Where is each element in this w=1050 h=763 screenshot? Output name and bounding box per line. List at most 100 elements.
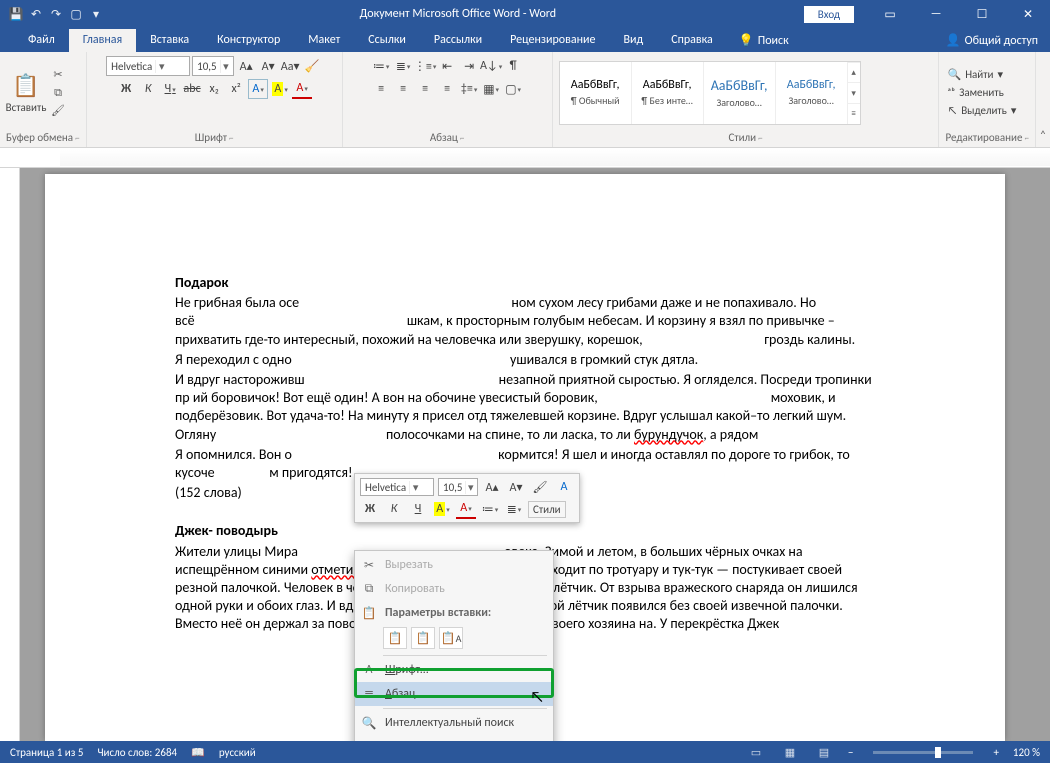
ctx-smart-lookup[interactable]: 🔍Интеллектуальный поиск bbox=[355, 711, 553, 735]
line-spacing-icon[interactable]: ‡≡ bbox=[459, 79, 479, 99]
format-painter-icon[interactable]: 🖌 bbox=[50, 103, 66, 119]
style-normal[interactable]: АаБбВвГг,¶ Обычный bbox=[560, 62, 632, 124]
cut-icon[interactable]: ✂ bbox=[50, 67, 66, 83]
tab-help[interactable]: Справка bbox=[657, 29, 727, 52]
ctx-copy[interactable]: ⧉Копировать bbox=[355, 577, 553, 601]
ctx-synonyms[interactable]: Синонимы▸ bbox=[355, 735, 553, 741]
decrease-indent-icon[interactable]: ⇤ bbox=[437, 56, 457, 76]
tab-design[interactable]: Конструктор bbox=[203, 29, 294, 52]
view-print-icon[interactable]: ▦ bbox=[780, 744, 800, 760]
font-color-icon[interactable]: A bbox=[292, 79, 312, 99]
multilevel-icon[interactable]: ⋮≡ bbox=[415, 56, 435, 76]
copy-icon[interactable]: ⧉ bbox=[50, 85, 66, 101]
ctx-cut[interactable]: ✂Вырезать bbox=[355, 553, 553, 577]
sort-icon[interactable]: A↓ bbox=[481, 56, 501, 76]
increase-font-icon[interactable]: A▴ bbox=[236, 56, 256, 76]
pilcrow-icon[interactable]: ¶ bbox=[503, 56, 523, 76]
status-words[interactable]: Число слов: 2684 bbox=[97, 746, 177, 759]
tell-me-search[interactable]: 💡Поиск bbox=[727, 29, 801, 52]
styles-gallery-nav[interactable]: ▴▾≡ bbox=[848, 62, 860, 124]
text-effects-icon[interactable]: A bbox=[248, 79, 268, 99]
status-proofing-icon[interactable]: 📖 bbox=[191, 746, 205, 759]
mini-increase-font-icon[interactable]: A▴ bbox=[482, 477, 502, 497]
zoom-slider[interactable] bbox=[873, 751, 973, 754]
find-button[interactable]: 🔍Найти ▾ bbox=[945, 67, 1018, 82]
select-button[interactable]: ↖Выделить ▾ bbox=[945, 103, 1018, 118]
styles-gallery[interactable]: АаБбВвГг,¶ Обычный АаБбВвГг,¶ Без инте… … bbox=[559, 61, 861, 125]
tab-review[interactable]: Рецензирование bbox=[496, 29, 609, 52]
close-icon[interactable]: ✕ bbox=[1006, 0, 1050, 28]
collapse-ribbon-icon[interactable]: ˄ bbox=[1036, 52, 1050, 147]
mini-font-combo[interactable]: Helvetica▾ bbox=[360, 478, 434, 496]
numbering-icon[interactable]: ≣ bbox=[393, 56, 413, 76]
tab-mailings[interactable]: Рассылки bbox=[420, 29, 496, 52]
font-family-combo[interactable]: Helvetica▾ bbox=[106, 56, 190, 76]
tab-references[interactable]: Ссылки bbox=[354, 29, 420, 52]
horizontal-ruler[interactable] bbox=[0, 148, 1050, 168]
ctx-font[interactable]: AШрифт… bbox=[355, 658, 553, 682]
view-read-icon[interactable]: ▭ bbox=[746, 744, 766, 760]
decrease-font-icon[interactable]: A▾ bbox=[258, 56, 278, 76]
mini-highlight-icon[interactable]: A bbox=[432, 499, 452, 519]
status-language[interactable]: русский bbox=[219, 746, 256, 759]
italic-button[interactable]: К bbox=[138, 79, 158, 99]
mini-bold[interactable]: Ж bbox=[360, 499, 380, 519]
qat-dropdown-icon[interactable]: ▾ bbox=[88, 6, 104, 22]
ctx-paragraph[interactable]: ≣Абзац… bbox=[355, 682, 553, 706]
mini-font-color-icon[interactable]: A bbox=[456, 499, 476, 519]
redo-icon[interactable]: ↷ bbox=[48, 6, 64, 22]
bold-button[interactable]: Ж bbox=[116, 79, 136, 99]
status-page[interactable]: Страница 1 из 5 bbox=[10, 746, 83, 759]
mini-underline[interactable]: Ч bbox=[408, 499, 428, 519]
font-size-combo[interactable]: 10,5▾ bbox=[192, 56, 234, 76]
increase-indent-icon[interactable]: ⇥ bbox=[459, 56, 479, 76]
view-web-icon[interactable]: ▤ bbox=[814, 744, 834, 760]
mini-decrease-font-icon[interactable]: A▾ bbox=[506, 477, 526, 497]
bullets-icon[interactable]: ≔ bbox=[371, 56, 391, 76]
vertical-ruler[interactable] bbox=[0, 168, 20, 741]
highlight-icon[interactable]: A bbox=[270, 79, 290, 99]
ribbon-display-icon[interactable]: ▭ bbox=[868, 0, 912, 28]
zoom-in-icon[interactable]: + bbox=[993, 746, 998, 759]
replace-button[interactable]: ᵃᵇЗаменить bbox=[945, 85, 1018, 100]
maximize-icon[interactable]: ☐ bbox=[960, 0, 1004, 28]
paste-text-only-icon[interactable]: 📋A bbox=[439, 627, 463, 649]
mini-styles-button[interactable]: Стили bbox=[528, 501, 566, 518]
status-zoom[interactable]: 120 % bbox=[1013, 746, 1040, 759]
underline-button[interactable]: Ч bbox=[160, 79, 180, 99]
superscript-button[interactable]: x² bbox=[226, 79, 246, 99]
borders-icon[interactable]: ▢ bbox=[503, 79, 523, 99]
shading-icon[interactable]: ▦ bbox=[481, 79, 501, 99]
zoom-out-icon[interactable]: − bbox=[848, 746, 853, 759]
mini-numbering-icon[interactable]: ≣ bbox=[504, 499, 524, 519]
tab-home[interactable]: Главная bbox=[69, 29, 136, 52]
subscript-button[interactable]: x₂ bbox=[204, 79, 224, 99]
mini-text-effects-icon[interactable]: A bbox=[554, 477, 574, 497]
touch-mode-icon[interactable]: ▢ bbox=[68, 6, 84, 22]
align-left-icon[interactable]: ≡ bbox=[371, 79, 391, 99]
tab-file[interactable]: Файл bbox=[14, 29, 69, 52]
style-heading2[interactable]: АаБбВвГг,Заголово… bbox=[776, 62, 848, 124]
style-heading1[interactable]: АаБбВвГг,Заголово… bbox=[704, 62, 776, 124]
change-case-icon[interactable]: Aa▾ bbox=[280, 56, 300, 76]
justify-icon[interactable]: ≡ bbox=[437, 79, 457, 99]
mini-bullets-icon[interactable]: ≔ bbox=[480, 499, 500, 519]
tab-insert[interactable]: Вставка bbox=[136, 29, 203, 52]
tab-layout[interactable]: Макет bbox=[294, 29, 354, 52]
share-button[interactable]: 👤Общий доступ bbox=[934, 29, 1050, 52]
login-button[interactable]: Вход bbox=[804, 6, 854, 23]
mini-italic[interactable]: К bbox=[384, 499, 404, 519]
undo-icon[interactable]: ↶ bbox=[28, 6, 44, 22]
strike-button[interactable]: abc bbox=[182, 79, 202, 99]
style-nospace[interactable]: АаБбВвГг,¶ Без инте… bbox=[632, 62, 704, 124]
save-icon[interactable]: 💾 bbox=[8, 6, 24, 22]
paste-merge-icon[interactable]: 📋 bbox=[411, 627, 435, 649]
paste-button[interactable]: 📋 Вставить bbox=[6, 71, 46, 114]
minimize-icon[interactable]: — bbox=[914, 0, 958, 28]
tab-view[interactable]: Вид bbox=[609, 29, 657, 52]
clear-format-icon[interactable]: 🧹 bbox=[302, 56, 322, 76]
align-center-icon[interactable]: ≡ bbox=[393, 79, 413, 99]
paste-keep-source-icon[interactable]: 📋 bbox=[383, 627, 407, 649]
mini-size-combo[interactable]: 10,5▾ bbox=[438, 478, 478, 496]
mini-format-painter-icon[interactable]: 🖌 bbox=[530, 477, 550, 497]
